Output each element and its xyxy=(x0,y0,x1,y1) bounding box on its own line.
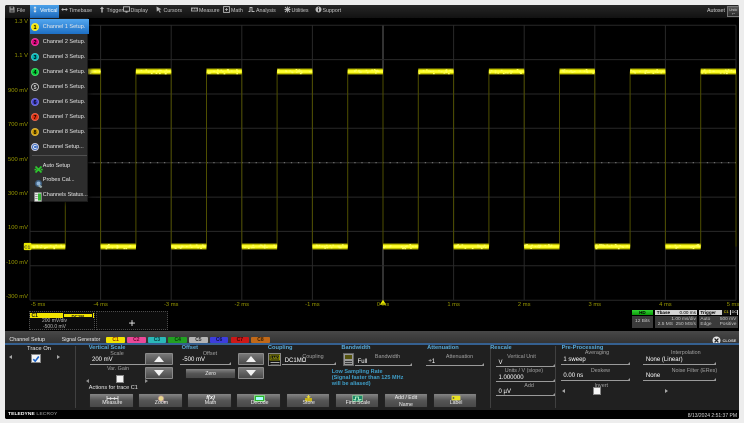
svg-text:1MΩ: 1MΩ xyxy=(271,356,279,360)
svg-text:C1: C1 xyxy=(24,244,30,249)
